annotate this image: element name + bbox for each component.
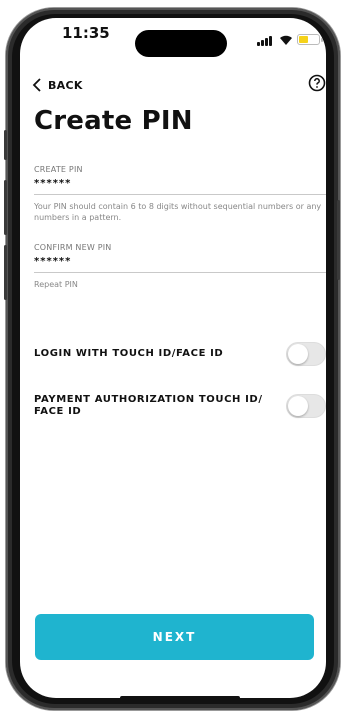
touch-id-login-row: LOGIN WITH TOUCH ID/FACE ID [34, 342, 326, 366]
home-indicator[interactable] [120, 696, 240, 698]
create-pin-input[interactable]: ****** [34, 178, 326, 189]
power-button [337, 200, 340, 280]
back-label: BACK [48, 78, 83, 92]
create-pin-field[interactable]: CREATE PIN ****** Your PIN should contai… [34, 165, 326, 223]
touch-id-login-toggle[interactable] [286, 342, 326, 366]
side-button [4, 130, 7, 160]
toggle-label: PAYMENT AUTHORIZATION TOUCH ID/ FACE ID [34, 394, 263, 417]
chevron-left-icon [32, 78, 41, 92]
battery-icon [297, 34, 323, 45]
wifi-icon [280, 35, 292, 45]
dynamic-island [135, 30, 227, 57]
page-title: Create PIN [34, 106, 193, 136]
divider [34, 272, 326, 273]
confirm-pin-field[interactable]: CONFIRM NEW PIN ****** Repeat PIN [34, 243, 326, 290]
divider [34, 194, 326, 195]
create-pin-label: CREATE PIN [34, 165, 83, 174]
next-button[interactable]: NEXT [35, 614, 314, 660]
toggle-knob [288, 344, 308, 364]
create-pin-hint: Your PIN should contain 6 to 8 digits wi… [34, 202, 322, 222]
toggle-label: LOGIN WITH TOUCH ID/FACE ID [34, 348, 224, 359]
help-icon[interactable] [308, 74, 326, 92]
confirm-pin-hint: Repeat PIN [34, 280, 78, 289]
app-screen: 11:35 BACK Create PIN CREATE PIN ****** … [20, 18, 326, 698]
confirm-pin-label: CONFIRM NEW PIN [34, 243, 112, 252]
signal-icon [257, 36, 273, 46]
back-button[interactable]: BACK [32, 78, 83, 92]
confirm-pin-input[interactable]: ****** [34, 256, 326, 267]
payment-auth-toggle[interactable] [286, 394, 326, 418]
side-button [4, 245, 7, 300]
payment-auth-row: PAYMENT AUTHORIZATION TOUCH ID/ FACE ID [34, 394, 326, 418]
side-button [4, 180, 7, 235]
status-time: 11:35 [62, 24, 110, 42]
toggle-knob [288, 396, 308, 416]
